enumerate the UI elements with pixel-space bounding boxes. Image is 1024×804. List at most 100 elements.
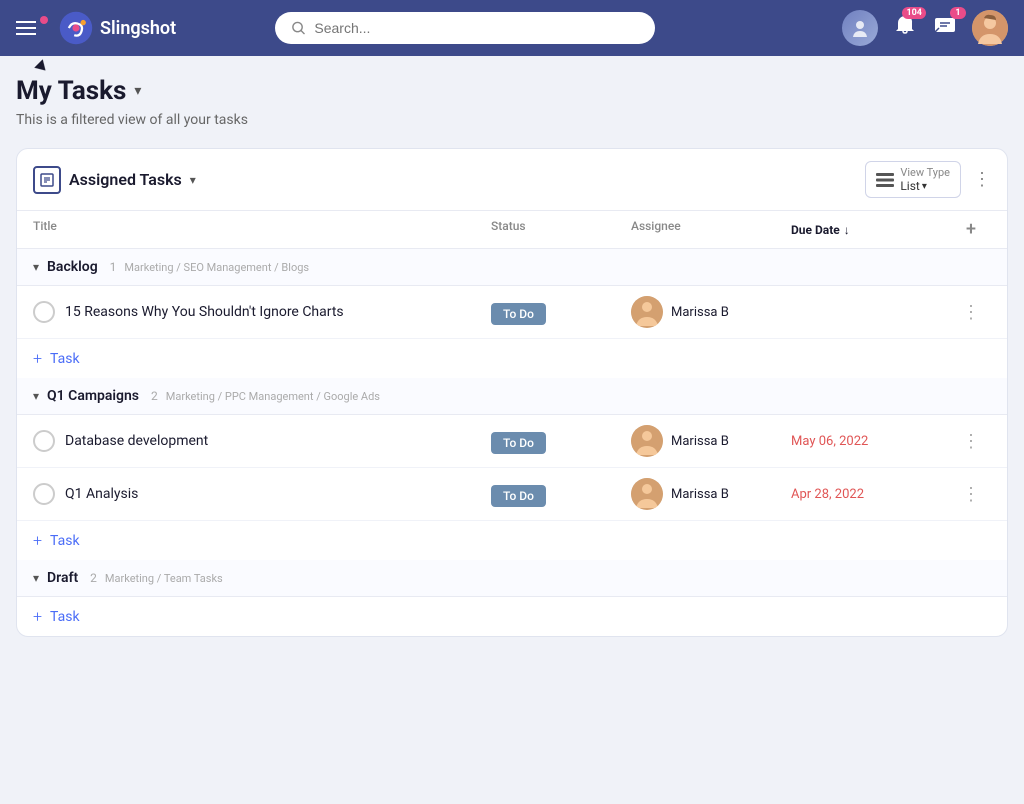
page-title-row: My Tasks ▾ <box>16 76 1008 106</box>
due-date-cell: May 06, 2022 <box>791 434 951 449</box>
group-backlog-count: 1 <box>110 260 117 274</box>
assignee-name: Marissa B <box>671 305 729 320</box>
group-backlog-header[interactable]: ▾ Backlog 1 Marketing / SEO Management /… <box>17 249 1007 286</box>
group-chevron-icon: ▾ <box>33 571 39 585</box>
table-header: Title Status Assignee Due Date ↓ + <box>17 211 1007 249</box>
group-q1campaigns-name: Q1 Campaigns <box>47 388 139 404</box>
group-draft-name: Draft <box>47 570 78 586</box>
group-draft: ▾ Draft 2 Marketing / Team Tasks + Task <box>17 560 1007 636</box>
add-task-icon: + <box>33 607 42 626</box>
slingshot-logo <box>58 10 94 46</box>
messages-button[interactable]: 1 <box>932 13 958 43</box>
avatar <box>631 296 663 328</box>
add-task-label: Task <box>50 533 80 549</box>
add-task-label: Task <box>50 351 80 367</box>
user-avatar-1[interactable] <box>842 10 878 46</box>
search-bar[interactable] <box>275 12 655 44</box>
assignee-cell: Marissa B <box>631 478 791 510</box>
task-checkbox[interactable] <box>33 430 55 452</box>
sort-arrow-icon: ↓ <box>844 223 850 237</box>
view-type-labels: View Type List ▾ <box>900 166 950 193</box>
col-assignee: Assignee <box>631 219 791 240</box>
add-task-icon: + <box>33 531 42 550</box>
row-more-icon[interactable]: ⋮ <box>962 431 980 452</box>
add-task-row-backlog[interactable]: + Task <box>17 339 1007 378</box>
table-row: Q1 Analysis To Do Marissa B <box>17 468 1007 521</box>
task-panel: Assigned Tasks ▾ View Type List ▾ <box>16 148 1008 637</box>
group-backlog: ▾ Backlog 1 Marketing / SEO Management /… <box>17 249 1007 378</box>
group-draft-header[interactable]: ▾ Draft 2 Marketing / Team Tasks <box>17 560 1007 597</box>
group-q1campaigns-header[interactable]: ▾ Q1 Campaigns 2 Marketing / PPC Managem… <box>17 378 1007 415</box>
group-q1campaigns-path: Marketing / PPC Management / Google Ads <box>166 390 380 403</box>
header-icons: 104 1 <box>842 10 1008 46</box>
notification-badge: 104 <box>902 7 926 19</box>
task-name-cell: Q1 Analysis <box>33 483 491 505</box>
search-icon <box>291 20 306 36</box>
user-avatar-main[interactable] <box>972 10 1008 46</box>
add-task-row-q1[interactable]: + Task <box>17 521 1007 560</box>
task-name: 15 Reasons Why You Shouldn't Ignore Char… <box>65 304 344 320</box>
logo-container: Slingshot <box>16 10 176 46</box>
add-task-icon: + <box>33 349 42 368</box>
due-date-value: Apr 28, 2022 <box>791 487 864 502</box>
status-badge[interactable]: To Do <box>491 432 546 454</box>
row-more-icon[interactable]: ⋮ <box>962 302 980 323</box>
avatar <box>631 478 663 510</box>
view-type-chevron-icon: ▾ <box>922 181 927 192</box>
add-task-label: Task <box>50 609 80 625</box>
assignee-name: Marissa B <box>671 487 729 502</box>
due-date-label: Due Date <box>791 223 840 237</box>
view-type-button[interactable]: View Type List ▾ <box>865 161 961 198</box>
more-col: ⋮ <box>951 431 991 452</box>
table-row: Database development To Do Marissa B <box>17 415 1007 468</box>
task-status-cell: To Do <box>491 432 631 451</box>
row-more-icon[interactable]: ⋮ <box>962 484 980 505</box>
logo-dot <box>40 16 48 24</box>
menu-icon[interactable] <box>16 21 36 35</box>
task-name: Database development <box>65 433 208 449</box>
status-badge[interactable]: To Do <box>491 485 546 507</box>
app-header: Slingshot 104 <box>0 0 1024 56</box>
group-q1campaigns: ▾ Q1 Campaigns 2 Marketing / PPC Managem… <box>17 378 1007 560</box>
task-status-cell: To Do <box>491 485 631 504</box>
assignee-cell: Marissa B <box>631 296 791 328</box>
group-chevron-icon: ▾ <box>33 389 39 403</box>
assignee-name: Marissa B <box>671 434 729 449</box>
group-chevron-icon: ▾ <box>33 260 39 274</box>
task-status-cell: To Do <box>491 303 631 322</box>
panel-title-chevron[interactable]: ▾ <box>190 173 196 187</box>
view-type-label: View Type <box>900 166 950 179</box>
more-col: ⋮ <box>951 302 991 323</box>
main-content: My Tasks ▾ This is a filtered view of al… <box>0 56 1024 657</box>
messages-badge: 1 <box>950 7 966 19</box>
group-draft-path: Marketing / Team Tasks <box>105 572 223 585</box>
more-col: ⋮ <box>951 484 991 505</box>
task-checkbox[interactable] <box>33 483 55 505</box>
table-row: 15 Reasons Why You Shouldn't Ignore Char… <box>17 286 1007 339</box>
app-name: Slingshot <box>100 18 176 39</box>
col-actions[interactable]: + <box>951 219 991 240</box>
group-backlog-path: Marketing / SEO Management / Blogs <box>124 261 309 274</box>
task-checkbox[interactable] <box>33 301 55 323</box>
title-chevron-icon[interactable]: ▾ <box>134 83 141 99</box>
due-date-value: May 06, 2022 <box>791 434 868 449</box>
due-date-cell: Apr 28, 2022 <box>791 487 951 502</box>
search-input[interactable] <box>314 20 639 36</box>
group-backlog-name: Backlog <box>47 259 98 275</box>
col-due-date[interactable]: Due Date ↓ <box>791 219 951 240</box>
page-subtitle: This is a filtered view of all your task… <box>16 112 1008 128</box>
view-type-icon <box>876 173 894 187</box>
panel-more-icon[interactable]: ⋮ <box>973 169 991 190</box>
page-title: My Tasks <box>16 76 126 106</box>
assigned-tasks-icon <box>33 166 61 194</box>
col-title: Title <box>33 219 491 240</box>
avatar <box>631 425 663 457</box>
assignee-cell: Marissa B <box>631 425 791 457</box>
add-task-row-draft[interactable]: + Task <box>17 597 1007 636</box>
panel-header: Assigned Tasks ▾ View Type List ▾ <box>17 149 1007 211</box>
notifications-button[interactable]: 104 <box>892 13 918 43</box>
view-type-value: List <box>900 179 920 193</box>
status-badge[interactable]: To Do <box>491 303 546 325</box>
task-name-cell: Database development <box>33 430 491 452</box>
group-q1campaigns-count: 2 <box>151 389 158 403</box>
